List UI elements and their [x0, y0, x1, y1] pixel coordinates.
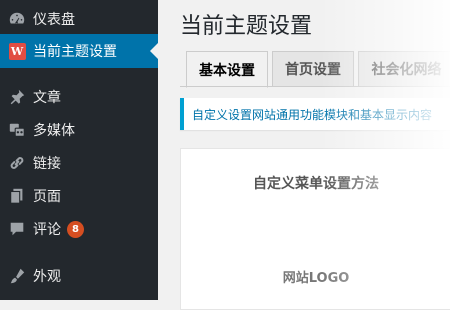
- page-icon: [7, 186, 27, 206]
- settings-panel: 自定义菜单设置方法 网站LOGO: [180, 148, 450, 310]
- main-content: 当前主题设置 基本设置 首页设置 社会化网络 自定义设置网站通用功能模块和基本显…: [158, 0, 450, 310]
- tab-home-settings[interactable]: 首页设置: [272, 51, 354, 87]
- info-notice: 自定义设置网站通用功能模块和基本显示内容: [180, 98, 450, 130]
- sidebar-item-dashboard[interactable]: 仪表盘: [0, 2, 158, 36]
- sidebar-item-links[interactable]: 链接: [0, 146, 158, 180]
- tab-basic-settings[interactable]: 基本设置: [186, 51, 268, 88]
- sidebar-item-label: 当前主题设置: [33, 44, 117, 60]
- sidebar-item-theme-settings[interactable]: W 当前主题设置: [0, 34, 158, 68]
- sidebar-item-label: 评论: [33, 222, 61, 238]
- theme-logo-icon: W: [7, 41, 27, 61]
- media-icon: [7, 120, 27, 140]
- sidebar-item-media[interactable]: 多媒体: [0, 113, 158, 147]
- sidebar-item-label: 文章: [33, 90, 61, 106]
- tab-divider: [180, 86, 450, 87]
- notice-text: 自定义设置网站通用功能模块和基本显示内容: [192, 107, 433, 122]
- appearance-icon: [7, 266, 27, 286]
- admin-sidebar: 仪表盘 W 当前主题设置 文章 多媒体 链接 页面 评论 8 外观: [0, 0, 158, 300]
- logo-setting-label: 网站LOGO: [282, 271, 350, 286]
- tab-label: 社会化网络: [371, 62, 442, 78]
- sidebar-item-label: 链接: [33, 156, 61, 172]
- link-icon: [7, 153, 27, 173]
- comment-icon: [7, 219, 27, 239]
- sidebar-item-label: 仪表盘: [33, 12, 75, 28]
- settings-tabs: 基本设置 首页设置 社会化网络: [186, 51, 450, 88]
- sidebar-item-label: 外观: [33, 269, 61, 285]
- sidebar-item-label: 页面: [33, 189, 61, 205]
- page-title: 当前主题设置: [180, 14, 313, 39]
- sidebar-item-appearance[interactable]: 外观: [0, 259, 158, 293]
- tab-label: 基本设置: [199, 62, 255, 79]
- sidebar-item-pages[interactable]: 页面: [0, 179, 158, 213]
- comment-count-badge: 8: [67, 220, 84, 238]
- pushpin-icon: [7, 87, 27, 107]
- tab-label: 首页设置: [285, 62, 341, 78]
- sidebar-item-label: 多媒体: [33, 123, 75, 139]
- sidebar-item-comments[interactable]: 评论 8: [0, 212, 158, 246]
- sidebar-item-posts[interactable]: 文章: [0, 80, 158, 114]
- tab-social-network[interactable]: 社会化网络: [358, 51, 450, 87]
- dashboard-icon: [7, 9, 27, 29]
- panel-heading: 自定义菜单设置方法: [253, 176, 379, 192]
